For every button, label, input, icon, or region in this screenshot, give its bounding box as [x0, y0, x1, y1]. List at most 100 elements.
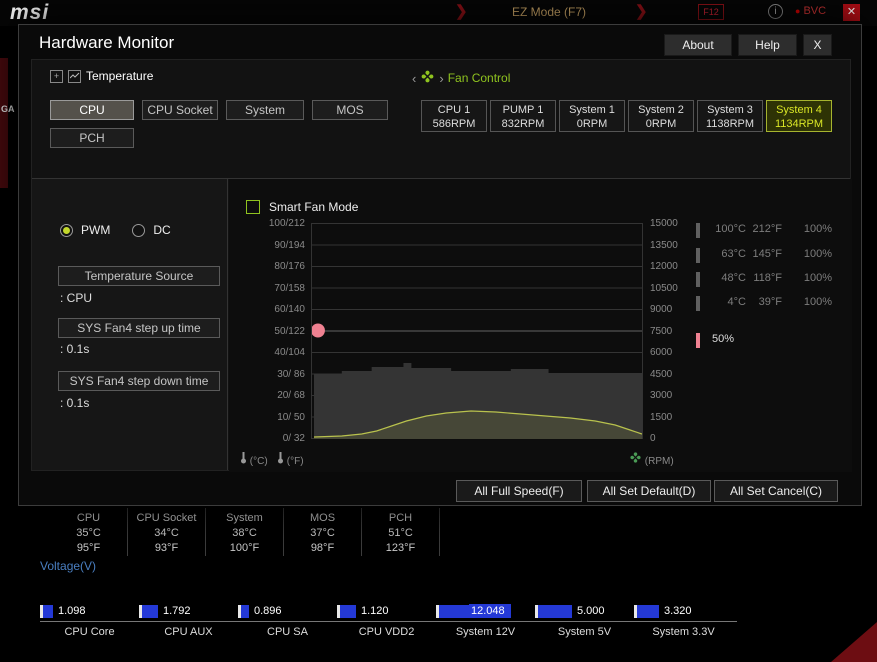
axis-tick-label: 12000	[650, 261, 678, 272]
voltage-label: CPU Core	[64, 626, 115, 638]
temp-readout: System 38°C 100°F	[206, 508, 284, 556]
voltage-labels-row: CPU Core CPU AUX CPU SA CPU VDD2 System …	[40, 621, 737, 638]
voltage-section-title: Voltage(V)	[40, 559, 97, 573]
fan-curve-plot[interactable]	[311, 223, 643, 439]
next-arrow-icon[interactable]: ›	[439, 71, 443, 86]
current-speed-value: 50%	[712, 333, 735, 345]
pwm-label: PWM	[81, 223, 111, 237]
fan-button-cpu1[interactable]: CPU 1 586RPM	[421, 100, 487, 132]
axis-tick-label: 30/ 86	[277, 368, 305, 380]
marker-bar	[696, 296, 700, 311]
pwm-dc-selector: PWM DC	[60, 223, 171, 237]
marker-row: 4°C 39°F 100%	[696, 296, 846, 312]
gauge-fill	[43, 604, 53, 618]
all-set-cancel-button[interactable]: All Set Cancel(C)	[714, 480, 838, 502]
fan-button-pump1[interactable]: PUMP 1 832RPM	[490, 100, 556, 132]
chevron-decor-left: ❯	[455, 3, 468, 20]
axis-tick-label: 60/140	[274, 304, 305, 315]
axis-tick-label: 1500	[650, 411, 673, 423]
temp-readout: PCH 51°C 123°F	[362, 508, 440, 556]
fan-button-system3[interactable]: System 3 1138RPM	[697, 100, 763, 132]
voltage-label: System 3.3V	[652, 626, 715, 638]
fan-icon	[420, 69, 435, 87]
dc-radio[interactable]	[132, 223, 146, 237]
fan-button-system2[interactable]: System 2 0RPM	[628, 100, 694, 132]
pwm-radio[interactable]	[60, 223, 73, 237]
msi-logo: msi	[10, 1, 50, 24]
about-button[interactable]: About	[664, 34, 732, 56]
smart-fan-mode-checkbox[interactable]	[246, 200, 260, 214]
axis-tick-label: 7500	[650, 325, 673, 337]
axis-tick-label: 0/ 32	[282, 433, 305, 444]
voltage-value: 1.098	[58, 605, 86, 617]
voltage-value: 5.000	[577, 605, 605, 617]
fan-speed-dot[interactable]	[311, 323, 325, 338]
thermometer-icon	[278, 452, 283, 464]
all-full-speed-button[interactable]: All Full Speed(F)	[456, 480, 582, 502]
ez-mode-button[interactable]: EZ Mode (F7)	[512, 5, 586, 19]
voltage-gauges-row: 1.098 1.792 0.896 1.120 12.048 5.000 3.3…	[40, 602, 733, 620]
temp-readout: MOS 37°C 98°F	[284, 508, 362, 556]
marker-row: 63°C 145°F 100%	[696, 248, 846, 264]
marker-row: 100°C 212°F 100%	[696, 223, 846, 239]
close-window-button[interactable]: X	[803, 34, 832, 56]
temp-readout: CPU 35°C 95°F	[50, 508, 128, 556]
dc-label: DC	[153, 223, 171, 237]
right-axis: 15000 13500 12000 10500 9000 7500 6000 4500 3000…	[650, 218, 692, 444]
gauge-fill	[142, 604, 158, 618]
marker-row: 48°C 118°F 100%	[696, 272, 846, 288]
fan-button-system1[interactable]: System 1 0RPM	[559, 100, 625, 132]
bios-close-button[interactable]: ✕	[843, 4, 860, 21]
marker-bar	[696, 223, 700, 238]
step-down-time-button[interactable]: SYS Fan4 step down time	[58, 371, 220, 391]
temperature-source-value: : CPU	[60, 291, 93, 305]
temp-graph-icon	[68, 69, 81, 83]
fahrenheit-unit: (°F)	[277, 451, 304, 467]
gaming-side-label: GA	[1, 104, 15, 114]
temp-source-pch[interactable]: PCH	[50, 128, 134, 148]
smart-fan-mode-label: Smart Fan Mode	[269, 200, 359, 214]
axis-tick-label: 20/ 68	[277, 390, 305, 401]
temp-readout: CPU Socket 34°C 93°F	[128, 508, 206, 556]
gauge-fill	[637, 604, 659, 618]
step-up-time-button[interactable]: SYS Fan4 step up time	[58, 318, 220, 338]
voltage-gauge: 1.792	[139, 602, 238, 620]
fan-small-icon	[630, 452, 641, 463]
prev-arrow-icon[interactable]: ‹	[412, 71, 416, 86]
axis-tick-label: 15000	[650, 218, 678, 229]
voltage-label: CPU AUX	[164, 626, 213, 638]
temp-source-cpu-socket[interactable]: CPU Socket	[142, 100, 218, 120]
info-icon[interactable]: i	[768, 4, 783, 19]
temp-source-system[interactable]: System	[226, 100, 304, 120]
axis-tick-label: 10500	[650, 282, 678, 294]
voltage-gauge: 3.320	[634, 602, 733, 620]
fan-control-section-header: ‹ › Fan Control	[412, 69, 510, 87]
gauge-fill	[439, 604, 469, 618]
temp-source-cpu[interactable]: CPU	[50, 100, 134, 120]
temp-markers-panel: 100°C 212°F 100% 63°C 145°F 100% 48°C 118°F 10…	[696, 223, 846, 463]
collapse-box-icon[interactable]: +	[50, 69, 63, 83]
chevron-decor-right: ❯	[635, 3, 648, 20]
temp-source-mos[interactable]: MOS	[312, 100, 388, 120]
gaming-side-banner	[0, 58, 8, 188]
bios-topbar: msi ❯ EZ Mode (F7) ❯ F12 i BVC ✕	[0, 0, 877, 26]
axis-tick-label: 3000	[650, 390, 673, 401]
gauge-fill	[241, 604, 249, 618]
dragon-corner-decor	[831, 622, 877, 662]
rpm-unit: (RPM)	[629, 451, 674, 467]
bvc-indicator: BVC	[795, 5, 826, 17]
screenshot-f12-icon[interactable]: F12	[698, 4, 724, 20]
axis-tick-label: 90/194	[274, 239, 305, 251]
voltage-gauge: 1.120	[337, 602, 436, 620]
axis-tick-label: 50/122	[274, 325, 305, 337]
fan-button-system4[interactable]: System 4 1134RPM	[766, 100, 832, 132]
axis-tick-label: 40/104	[274, 347, 305, 358]
help-button[interactable]: Help	[738, 34, 797, 56]
axis-tick-label: 70/158	[274, 282, 305, 294]
marker-bar	[696, 272, 700, 287]
temperature-status-strip: CPU 35°C 95°F CPU Socket 34°C 93°F Syste…	[50, 508, 440, 556]
all-set-default-button[interactable]: All Set Default(D)	[587, 480, 711, 502]
temperature-source-button[interactable]: Temperature Source	[58, 266, 220, 286]
voltage-value: 12.048	[469, 604, 511, 618]
thermometer-icon	[241, 452, 246, 464]
